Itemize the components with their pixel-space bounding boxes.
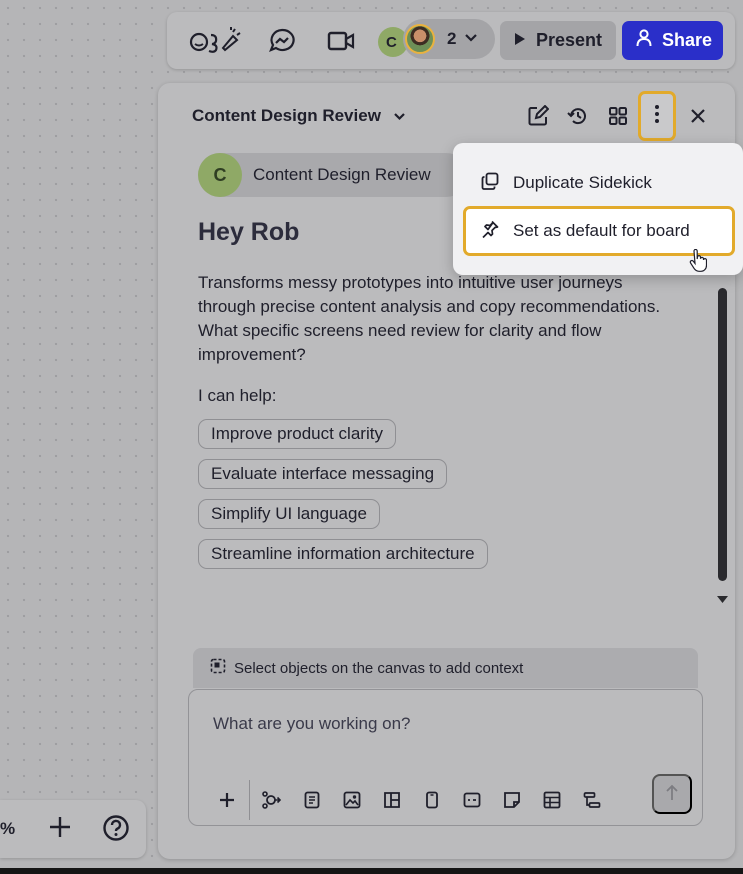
panel-title: Content Design Review <box>192 106 381 125</box>
share-label: Share <box>662 30 713 50</box>
reactions-icon[interactable] <box>187 26 243 56</box>
video-camera-icon[interactable] <box>326 26 356 56</box>
toolbar-divider <box>249 780 250 820</box>
suggestion-list: Improve product clarity Evaluate interfa… <box>198 419 488 569</box>
present-button[interactable]: Present <box>500 21 616 60</box>
image-icon[interactable] <box>332 785 372 815</box>
share-button[interactable]: Share <box>622 21 723 60</box>
connect-icon[interactable] <box>252 785 292 815</box>
flowchart-icon[interactable] <box>572 785 612 815</box>
suggestion-chip[interactable]: Simplify UI language <box>198 499 380 529</box>
card-icon[interactable] <box>452 785 492 815</box>
composer-toolbar <box>207 780 612 820</box>
bottom-left-toolbar: % <box>0 800 146 858</box>
collaborator-count: 2 <box>447 29 457 48</box>
plus-icon[interactable] <box>48 815 72 844</box>
user-icon <box>636 29 652 52</box>
panel-title-dropdown[interactable]: Content Design Review <box>192 106 406 126</box>
pin-icon <box>481 220 499 243</box>
close-icon[interactable] <box>685 103 711 129</box>
messenger-icon[interactable] <box>267 26 297 56</box>
suggestion-chip[interactable]: Streamline information architecture <box>198 539 488 569</box>
present-label: Present <box>536 30 603 50</box>
collaborators-button[interactable]: 2 <box>403 19 495 59</box>
more-vertical-icon <box>654 104 660 129</box>
collaborator-photo-avatar <box>405 24 435 54</box>
chevron-down-icon <box>393 106 406 126</box>
scrollbar[interactable] <box>718 288 727 581</box>
more-options-button[interactable] <box>638 91 676 141</box>
agent-intro-text: Transforms messy prototypes into intuiti… <box>198 273 661 364</box>
hand-pointer-cursor-icon <box>689 248 708 278</box>
composer-input[interactable] <box>213 714 633 734</box>
agent-avatar: C <box>198 153 242 197</box>
plus-icon[interactable] <box>207 785 247 815</box>
context-hint-bar: Select objects on the canvas to add cont… <box>193 648 698 688</box>
composer-box <box>188 689 703 826</box>
sticky-note-icon[interactable] <box>492 785 532 815</box>
document-icon[interactable] <box>292 785 332 815</box>
help-label: I can help: <box>198 386 277 405</box>
grid-icon[interactable] <box>605 103 631 129</box>
suggestion-chip[interactable]: Improve product clarity <box>198 419 396 449</box>
layout-icon[interactable] <box>372 785 412 815</box>
top-toolbar: C 2 Present Share <box>167 12 735 69</box>
context-hint-text: Select objects on the canvas to add cont… <box>234 659 524 677</box>
duplicate-icon <box>481 172 499 195</box>
chevron-down-icon <box>464 30 478 48</box>
send-button[interactable] <box>652 774 692 814</box>
table-icon[interactable] <box>532 785 572 815</box>
agent-name: Content Design Review <box>253 165 431 184</box>
scroll-down-arrow-icon[interactable] <box>716 591 729 609</box>
phone-frame-icon[interactable] <box>412 785 452 815</box>
menu-item-label: Set as default for board <box>513 221 690 240</box>
arrow-up-icon <box>665 784 679 805</box>
menu-item-duplicate-sidekick[interactable]: Duplicate Sidekick <box>463 158 735 208</box>
agent-chip[interactable]: C Content Design Review <box>198 153 468 197</box>
play-icon <box>514 30 526 51</box>
edit-icon[interactable] <box>525 103 551 129</box>
select-objects-icon <box>210 658 226 678</box>
help-circle-icon[interactable] <box>102 814 130 847</box>
menu-item-label: Duplicate Sidekick <box>513 173 652 192</box>
window-bottom-edge <box>0 868 743 874</box>
history-icon[interactable] <box>565 103 591 129</box>
suggestion-chip[interactable]: Evaluate interface messaging <box>198 459 448 489</box>
greeting-heading: Hey Rob <box>198 218 300 246</box>
zoom-level[interactable]: % <box>0 819 15 839</box>
